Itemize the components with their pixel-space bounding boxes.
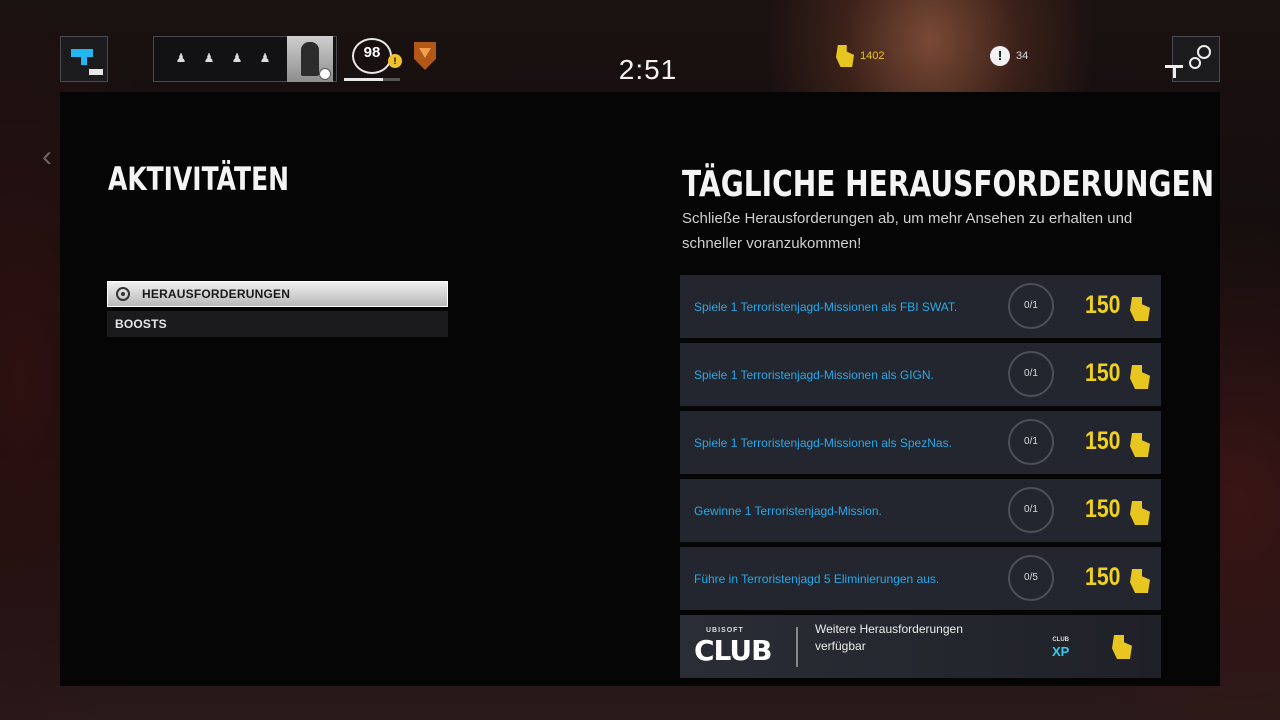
pistol-icon [71, 49, 93, 65]
challenge-reward: 150 [1085, 495, 1121, 523]
level-progress-bar [344, 78, 400, 81]
menu-item-boosts[interactable]: BOOSTS [107, 311, 448, 337]
challenge-text: Führe in Terroristenjagd 5 Eliminierunge… [694, 571, 940, 586]
squad-slot-icon[interactable]: ♟ [174, 51, 188, 65]
challenge-text: Gewinne 1 Terroristenjagd-Mission. [694, 503, 882, 518]
back-chevron-icon[interactable]: ‹ [42, 140, 52, 174]
renown-icon [1130, 501, 1150, 525]
home-button[interactable] [60, 36, 108, 82]
club-xp-label: XP [1052, 644, 1070, 659]
gear-small-icon [1189, 57, 1201, 69]
settings-button[interactable] [1165, 36, 1220, 82]
challenge-progress: 0/5 [1008, 555, 1054, 601]
challenge-row[interactable]: Führe in Terroristenjagd 5 Eliminierunge… [680, 547, 1161, 610]
challenge-row[interactable]: Spiele 1 Terroristenjagd-Missionen als G… [680, 343, 1161, 406]
renown-icon [1130, 297, 1150, 321]
squad-slot-icon[interactable]: ♟ [230, 51, 244, 65]
challenge-row[interactable]: Spiele 1 Terroristenjagd-Missionen als F… [680, 275, 1161, 338]
activities-title: AKTIVITÄTEN [108, 160, 290, 198]
renown-icon [1130, 569, 1150, 593]
challenge-list: Spiele 1 Terroristenjagd-Missionen als F… [680, 275, 1161, 678]
challenge-reward: 150 [1085, 563, 1121, 591]
renown-icon [1130, 433, 1150, 457]
renown-counter: 1402 [836, 44, 884, 68]
r6-credits-icon: ! [990, 46, 1010, 66]
challenge-row[interactable]: Spiele 1 Terroristenjagd-Missionen als S… [680, 411, 1161, 474]
daily-challenges-subtitle: Schließe Herausforderungen ab, um mehr A… [682, 210, 1133, 252]
challenge-reward: 150 [1085, 427, 1121, 455]
challenge-row[interactable]: Gewinne 1 Terroristenjagd-Mission. 0/1 1… [680, 479, 1161, 542]
club-more-challenges-text: Weitere Herausforderungen verfügbar [815, 622, 963, 653]
squad-slot-icon[interactable]: ♟ [258, 51, 272, 65]
club-logo: CLUB [694, 634, 772, 667]
challenge-reward: 150 [1085, 291, 1121, 319]
level-badge: 98 ! [344, 38, 402, 82]
activities-menu: HERAUSFORDERUNGEN BOOSTS [107, 281, 448, 341]
challenge-progress: 0/1 [1008, 283, 1054, 329]
challenge-text: Spiele 1 Terroristenjagd-Missionen als G… [694, 367, 934, 382]
menu-item-label: BOOSTS [115, 317, 167, 331]
alpha-pack-icon: ! [388, 54, 402, 68]
rank-shield-icon [414, 42, 436, 70]
target-icon [116, 287, 130, 301]
renown-icon [1112, 635, 1132, 659]
divider [796, 627, 798, 667]
credits-counter: ! 34 [990, 44, 1028, 68]
challenge-text: Spiele 1 Terroristenjagd-Missionen als F… [694, 299, 958, 314]
match-timer: 2:51 [618, 54, 678, 85]
status-dot-icon [319, 68, 331, 80]
club-xp-small-label: CLUB [1052, 637, 1069, 643]
credits-value: 34 [1016, 50, 1029, 62]
challenge-text: Spiele 1 Terroristenjagd-Missionen als S… [694, 435, 952, 450]
ubisoft-label: UBISOFT [706, 627, 744, 634]
operator-portrait-icon [301, 42, 319, 76]
badge-icon [89, 69, 103, 75]
renown-icon [836, 45, 854, 67]
challenge-reward: 150 [1085, 359, 1121, 387]
gear-icon [1197, 45, 1211, 59]
controller-stick-icon [1165, 65, 1183, 78]
renown-value: 1402 [860, 50, 885, 62]
ubisoft-club-banner[interactable]: UBISOFT CLUB Weitere Herausforderungen v… [680, 615, 1161, 678]
menu-item-label: HERAUSFORDERUNGEN [142, 287, 291, 301]
squad-slot-icon[interactable]: ♟ [202, 51, 216, 65]
daily-challenges-title: TÄGLICHE HERAUSFORDERUNGEN [682, 164, 1215, 205]
renown-icon [1130, 365, 1150, 389]
menu-item-challenges[interactable]: HERAUSFORDERUNGEN [107, 281, 448, 307]
player-avatar[interactable] [287, 36, 333, 82]
challenge-progress: 0/1 [1008, 487, 1054, 533]
challenge-progress: 0/1 [1008, 419, 1054, 465]
activities-panel: AKTIVITÄTEN HERAUSFORDERUNGEN BOOSTS TÄG… [60, 92, 1220, 686]
club-xp-icon: CLUB XP [1052, 637, 1069, 661]
challenge-progress: 0/1 [1008, 351, 1054, 397]
top-bar: ♟ ♟ ♟ ♟ 98 ! 2:51 1402 ! 34 [0, 0, 1280, 92]
level-number: 98 [363, 44, 381, 61]
